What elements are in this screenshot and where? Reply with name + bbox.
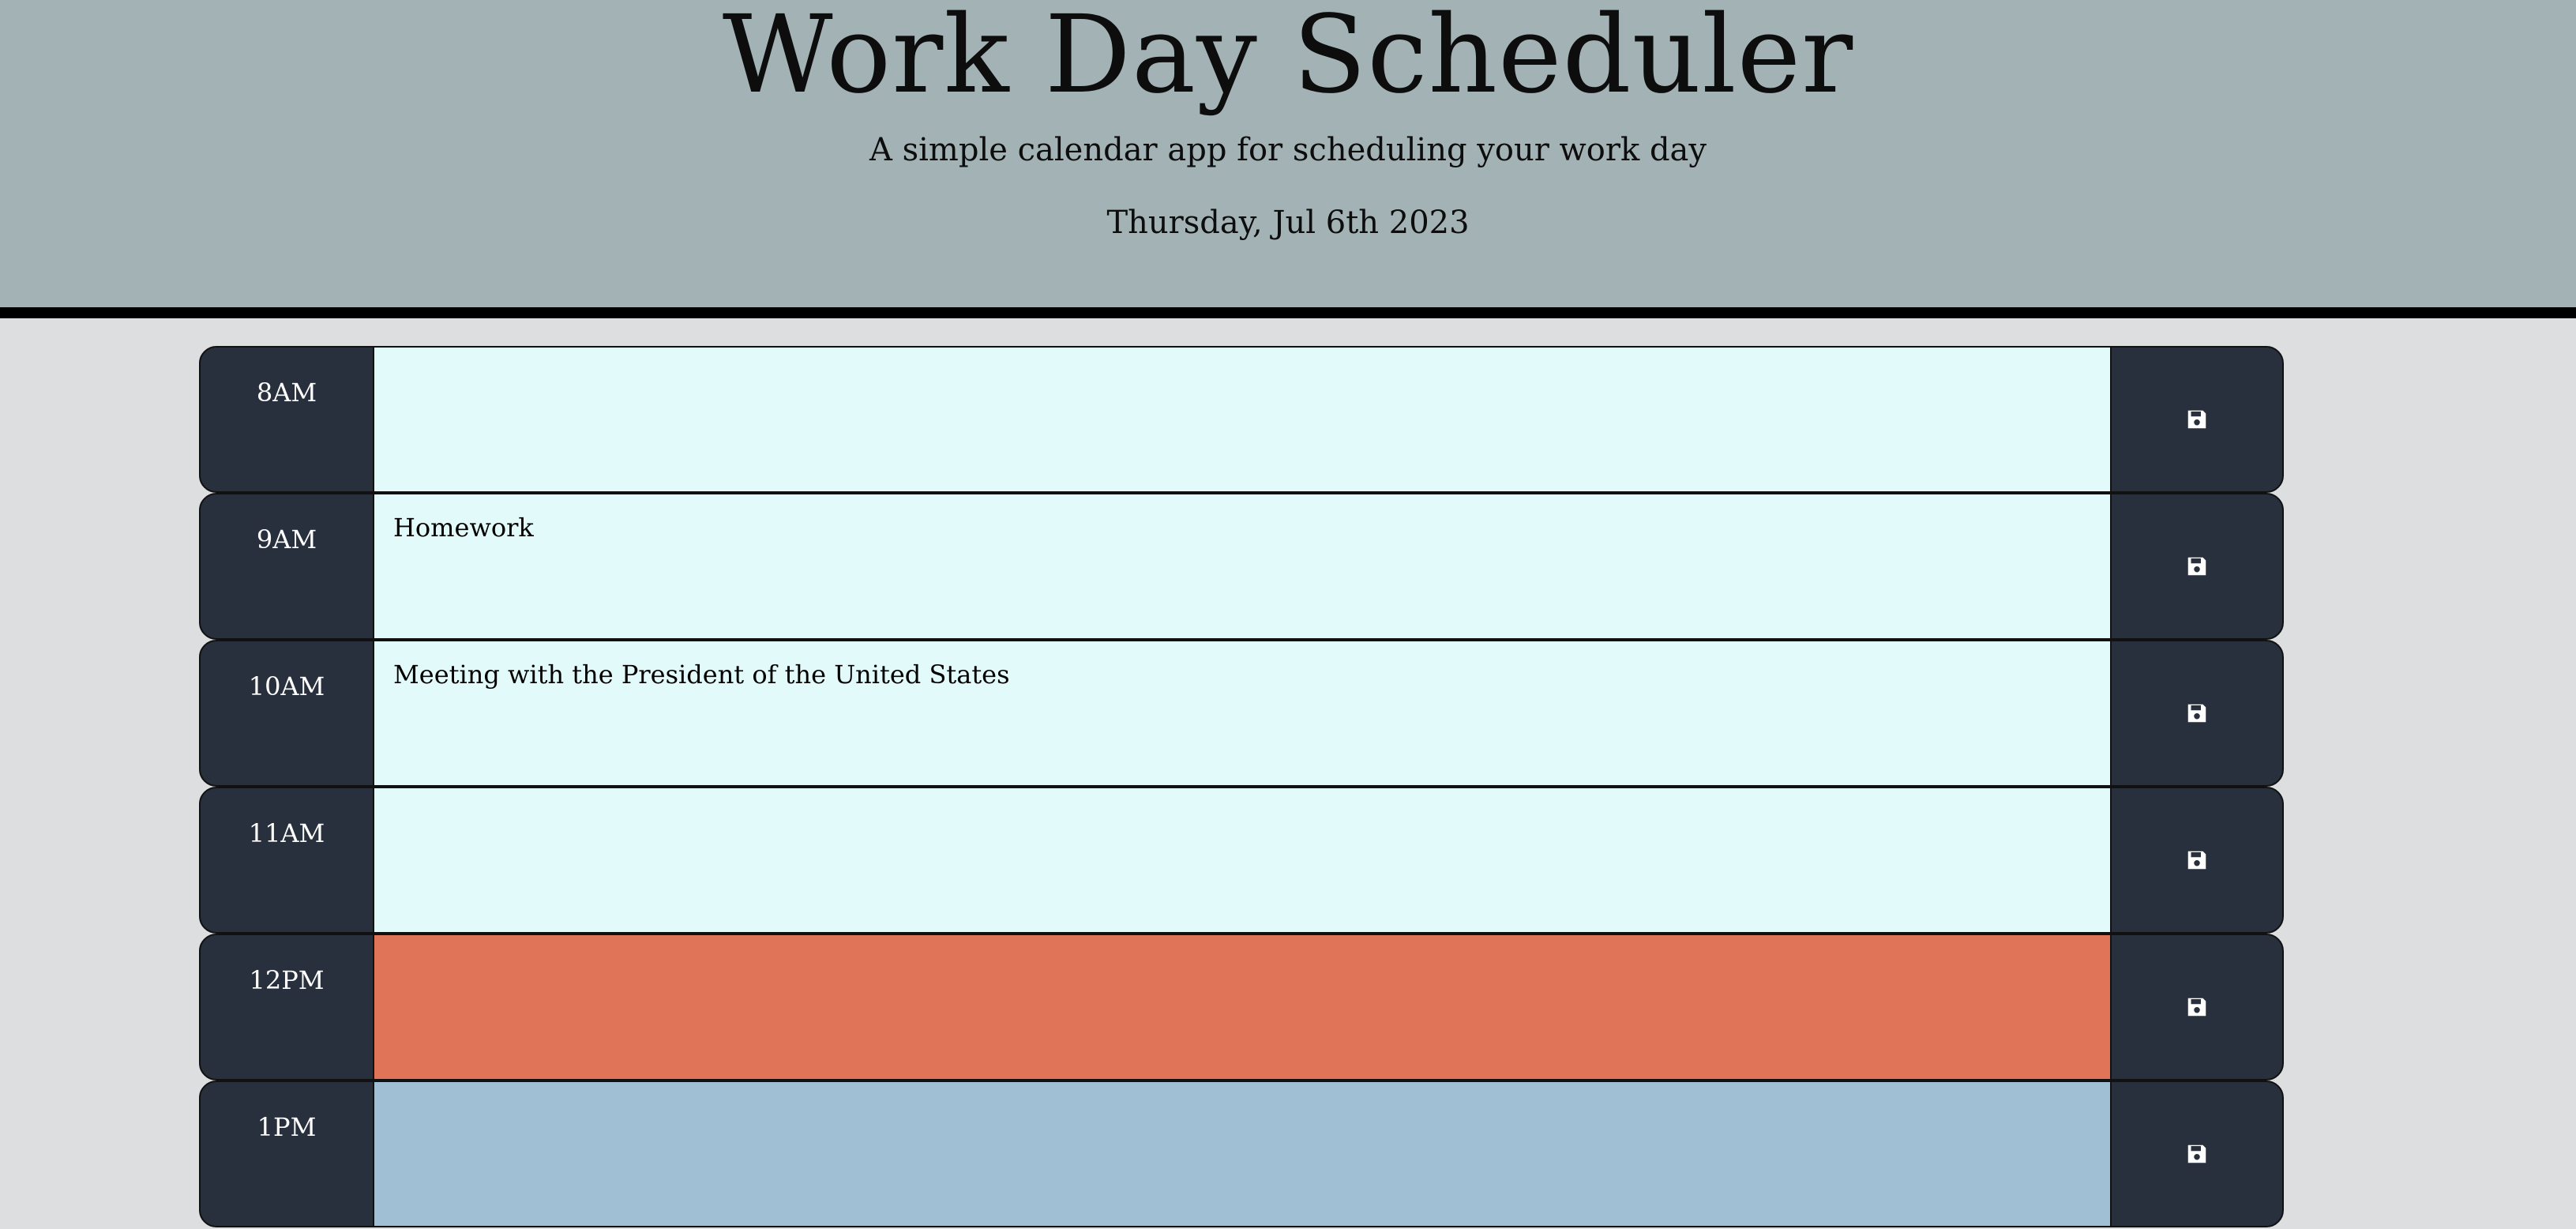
time-block: 1PM (199, 1081, 2284, 1227)
event-description-input[interactable]: Meeting with the President of the United… (374, 640, 2110, 787)
time-block-list: 8AM 9AM Homework 10AM Meeting with the P… (199, 346, 2284, 1227)
hour-label: 11AM (199, 787, 374, 934)
time-block: 11AM (199, 787, 2284, 934)
hour-label: 1PM (199, 1081, 374, 1227)
event-description-input[interactable] (374, 934, 2110, 1081)
floppy-disk-icon (2187, 1144, 2206, 1163)
event-description-input[interactable]: Homework (374, 493, 2110, 640)
floppy-disk-icon (2187, 410, 2206, 429)
time-block: 12PM (199, 934, 2284, 1081)
floppy-disk-icon (2187, 998, 2206, 1017)
event-description-input[interactable] (374, 346, 2110, 493)
save-button[interactable] (2110, 1081, 2284, 1227)
floppy-disk-icon (2187, 851, 2206, 870)
floppy-disk-icon (2187, 704, 2206, 723)
event-description-input[interactable] (374, 787, 2110, 934)
save-button[interactable] (2110, 640, 2284, 787)
hour-label: 12PM (199, 934, 374, 1081)
save-button[interactable] (2110, 934, 2284, 1081)
save-button[interactable] (2110, 346, 2284, 493)
save-button[interactable] (2110, 787, 2284, 934)
hour-label: 10AM (199, 640, 374, 787)
hour-label: 9AM (199, 493, 374, 640)
time-block: 10AM Meeting with the President of the U… (199, 640, 2284, 787)
hour-label: 8AM (199, 346, 374, 493)
event-description-input[interactable] (374, 1081, 2110, 1227)
page-subtitle: A simple calendar app for scheduling you… (869, 132, 1707, 168)
floppy-disk-icon (2187, 557, 2206, 576)
current-date: Thursday, Jul 6th 2023 (1106, 205, 1470, 241)
save-button[interactable] (2110, 493, 2284, 640)
page-title: Work Day Scheduler (722, 0, 1854, 118)
time-block: 9AM Homework (199, 493, 2284, 640)
page-header: Work Day Scheduler A simple calendar app… (0, 0, 2576, 318)
time-block: 8AM (199, 346, 2284, 493)
